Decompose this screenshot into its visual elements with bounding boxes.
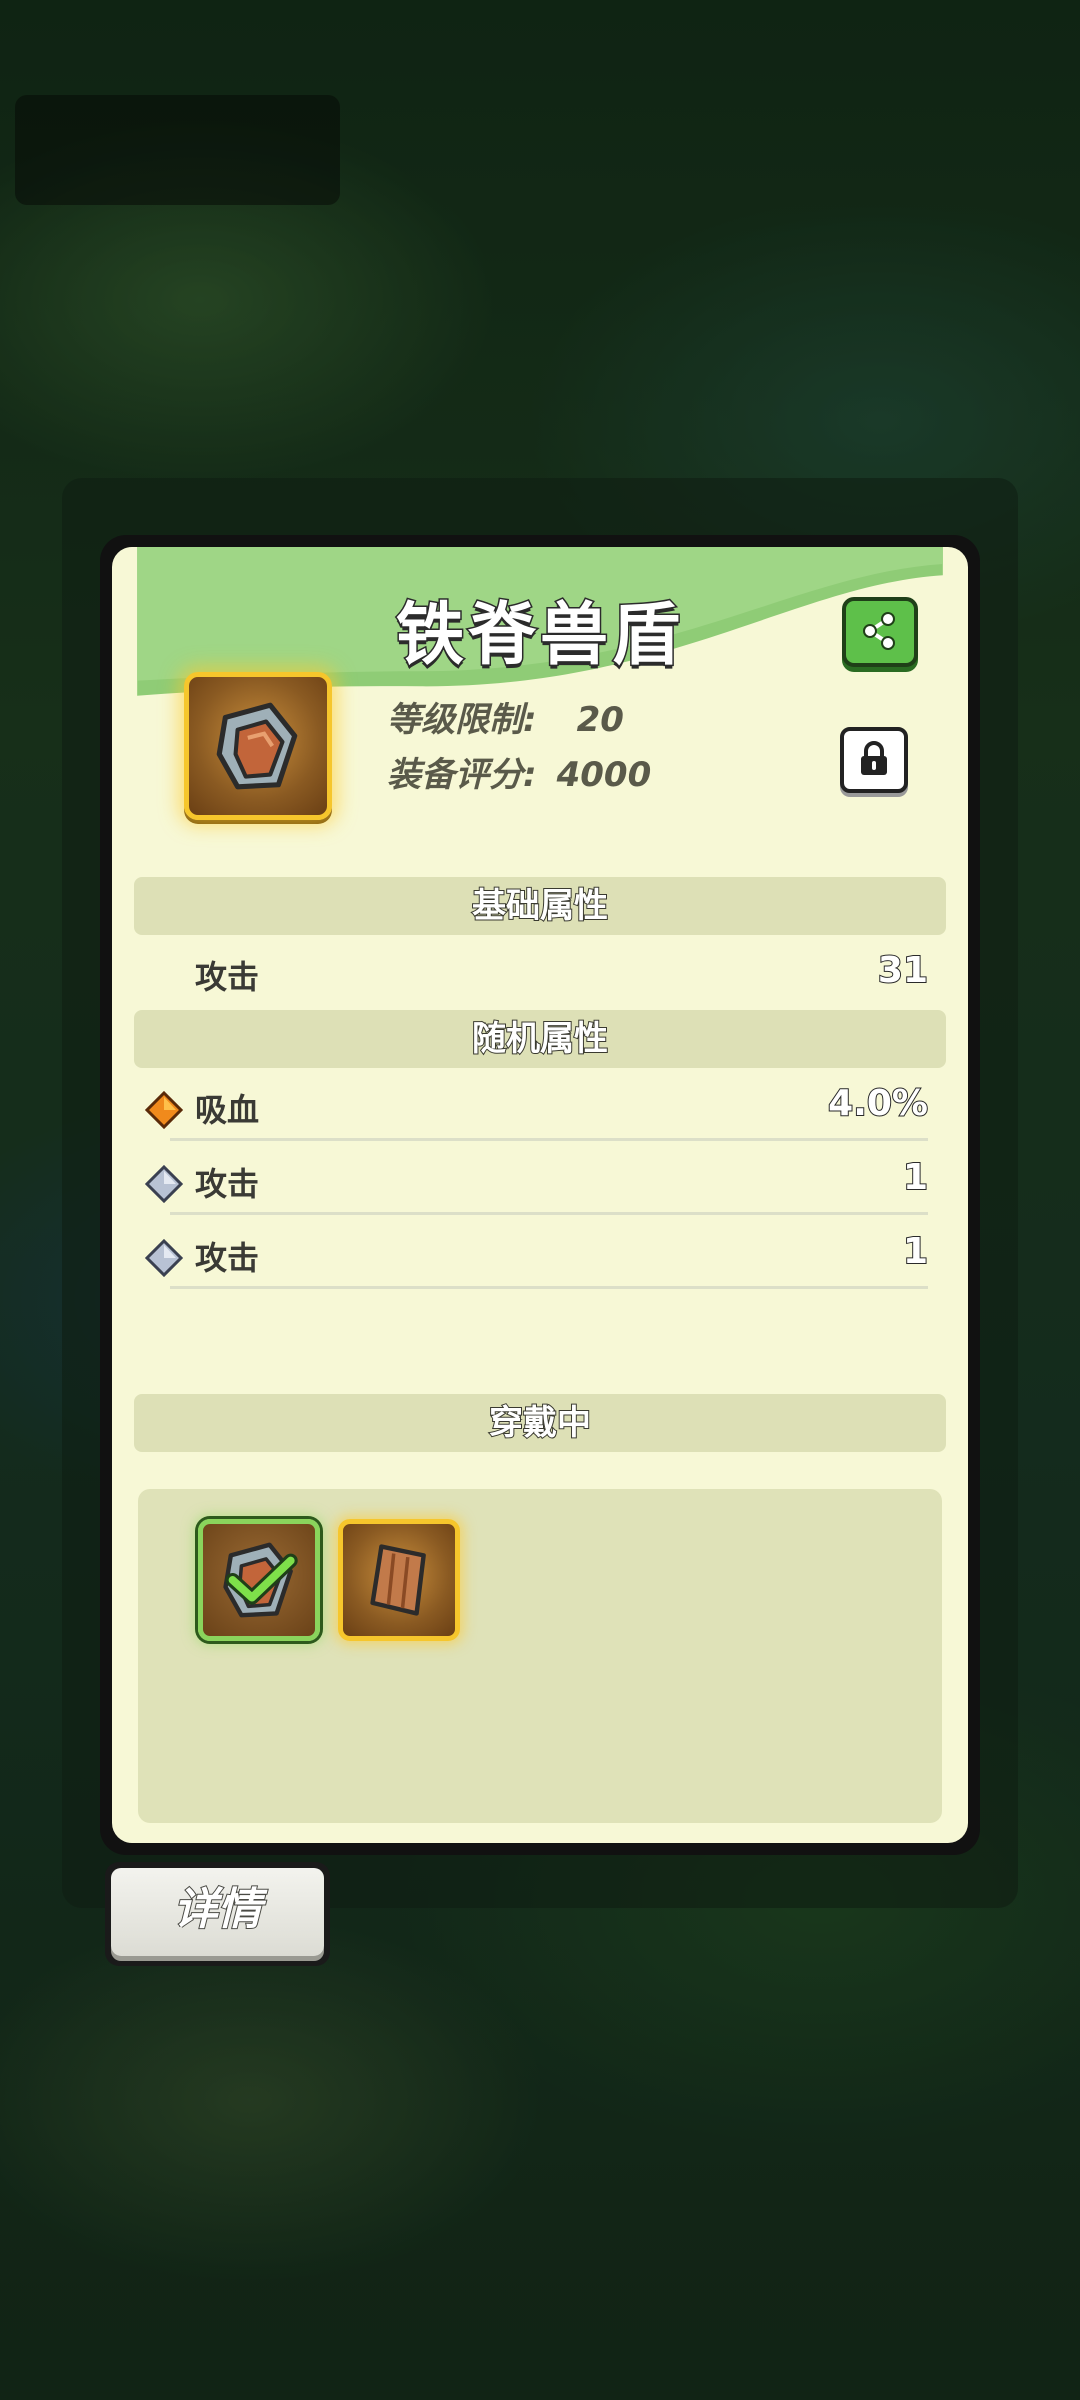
stat-value: 1 bbox=[902, 1156, 929, 1199]
share-icon bbox=[863, 612, 895, 650]
row-divider bbox=[170, 1286, 928, 1289]
silver-gem-icon bbox=[145, 1165, 183, 1203]
base-stat-row: 攻击 31 bbox=[112, 942, 968, 1008]
lock-button[interactable] bbox=[840, 727, 908, 793]
lock-icon bbox=[861, 741, 887, 775]
stat-value: 1 bbox=[902, 1230, 929, 1273]
wooden-board-icon bbox=[370, 1544, 426, 1616]
orange-gem-icon bbox=[145, 1091, 183, 1129]
random-stat-row: 攻击 1 bbox=[112, 1149, 968, 1215]
wearing-slots-box bbox=[138, 1489, 942, 1823]
level-label: 等级限制: bbox=[387, 700, 537, 740]
random-stat-row: 吸血 4.0% bbox=[112, 1075, 968, 1141]
equip-slot-board[interactable] bbox=[338, 1519, 460, 1641]
stat-value: 31 bbox=[877, 949, 929, 992]
detail-button[interactable]: 详情 bbox=[105, 1862, 330, 1966]
section-wearing: 穿戴中 bbox=[134, 1394, 946, 1452]
panel-content: 铁脊兽盾 等级限制: 20 装备评分: 4000 基础属性 攻击 31 随机属性… bbox=[112, 547, 968, 1843]
detail-button-label: 详情 bbox=[111, 1868, 324, 1956]
section-random-attributes: 随机属性 bbox=[134, 1010, 946, 1068]
stat-label: 攻击 bbox=[195, 1165, 260, 1203]
stat-label: 吸血 bbox=[195, 1091, 260, 1129]
item-detail-panel: 铁脊兽盾 等级限制: 20 装备评分: 4000 基础属性 攻击 31 随机属性… bbox=[100, 535, 980, 1855]
level-value: 20 bbox=[576, 700, 624, 740]
shield-icon bbox=[216, 702, 298, 790]
equipped-slot-shield[interactable] bbox=[198, 1519, 320, 1641]
silver-gem-icon bbox=[145, 1239, 183, 1277]
score-value: 4000 bbox=[556, 755, 652, 795]
stat-label: 攻击 bbox=[195, 1239, 260, 1277]
section-base-attributes: 基础属性 bbox=[134, 877, 946, 935]
stat-label: 攻击 bbox=[195, 958, 260, 996]
equipment-score: 装备评分: 4000 bbox=[387, 747, 651, 796]
item-title: 铁脊兽盾 bbox=[394, 595, 684, 677]
share-button[interactable] bbox=[842, 597, 918, 667]
score-label: 装备评分: bbox=[387, 755, 537, 795]
level-requirement: 等级限制: 20 bbox=[387, 692, 624, 741]
row-divider bbox=[170, 1138, 928, 1141]
random-stat-row: 攻击 1 bbox=[112, 1223, 968, 1289]
item-icon-frame[interactable] bbox=[184, 672, 332, 820]
equipped-shield-icon bbox=[223, 1542, 298, 1618]
row-divider bbox=[170, 1212, 928, 1215]
stat-value: 4.0% bbox=[827, 1082, 929, 1125]
